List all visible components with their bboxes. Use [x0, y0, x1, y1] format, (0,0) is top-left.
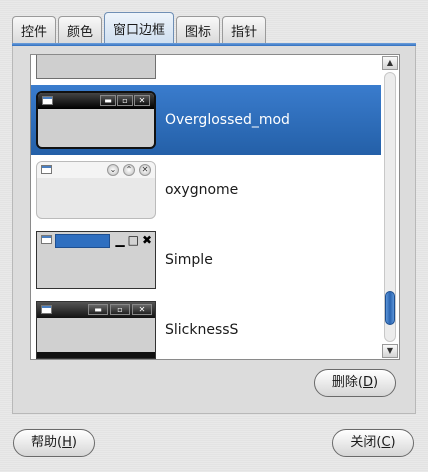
tab-widgets[interactable]: 控件 — [12, 16, 57, 44]
theme-preview: ▁ □ ✖ — [36, 231, 156, 289]
close-icon: ✕ — [132, 304, 152, 315]
close-button-label: 关闭( — [350, 435, 382, 450]
scrollbar-thumb[interactable] — [385, 291, 395, 325]
tab-window-border[interactable]: 窗口边框 — [104, 12, 175, 47]
minimize-icon: ▬ — [100, 95, 116, 106]
tab-icons[interactable]: 图标 — [176, 16, 221, 44]
window-icon — [41, 165, 52, 174]
help-paren: ) — [71, 435, 77, 450]
theme-preview: ⌄ ⌃ ✕ — [36, 161, 156, 219]
close-paren: ) — [390, 435, 396, 450]
close-icon: ✕ — [139, 164, 151, 176]
theme-preview: ▬ ▫ ✕ — [36, 301, 156, 359]
minimize-icon: ▁ — [115, 233, 125, 247]
close-icon: ✖ — [141, 233, 152, 247]
help-mnemonic: H — [62, 435, 72, 450]
theme-name: SlicknessS — [165, 322, 239, 338]
tab-pointer[interactable]: 指针 — [222, 16, 267, 44]
vertical-scrollbar[interactable]: ▲ ▼ — [382, 56, 398, 358]
theme-name: oxygnome — [165, 182, 239, 198]
delete-button-label: 删除( — [331, 375, 363, 390]
delete-paren: ) — [373, 375, 379, 390]
window-icon — [42, 96, 53, 105]
chevron-up-icon: ⌃ — [123, 164, 135, 176]
list-item[interactable]: ⌄ ⌃ ✕ oxygnome — [31, 155, 381, 225]
scrollbar-track[interactable] — [384, 72, 396, 342]
maximize-icon: ▫ — [117, 95, 133, 106]
title-bar — [55, 234, 110, 248]
delete-mnemonic: D — [362, 375, 373, 390]
tab-colors[interactable]: 颜色 — [58, 16, 103, 44]
close-icon: ✕ — [134, 95, 150, 106]
list-item-selected[interactable]: ▬ ▫ ✕ Overglossed_mod — [31, 85, 381, 155]
arrow-down-icon[interactable]: ▼ — [382, 344, 398, 358]
list-item[interactable]: ▁ □ ✖ Simple — [31, 225, 381, 295]
theme-preview — [36, 55, 156, 79]
list-item[interactable]: ▬ ▫ ✕ SlicknessS — [31, 295, 381, 359]
theme-name: Overglossed_mod — [165, 112, 290, 128]
list-item[interactable] — [31, 55, 381, 85]
window-icon — [41, 235, 52, 244]
arrow-up-icon[interactable]: ▲ — [382, 56, 398, 70]
theme-name: Simple — [165, 252, 213, 268]
delete-button[interactable]: 删除(D) — [314, 369, 396, 397]
window-icon — [41, 305, 52, 314]
minimize-icon: ▬ — [88, 304, 108, 315]
close-mnemonic: C — [381, 435, 391, 450]
maximize-icon: ▫ — [110, 304, 130, 315]
chevron-down-icon: ⌄ — [107, 164, 119, 176]
maximize-icon: □ — [127, 233, 139, 247]
theme-list[interactable]: ▬ ▫ ✕ Overglossed_mod ⌄ ⌃ ✕ oxygnome ▁ □… — [30, 54, 400, 360]
help-button-label: 帮助( — [31, 435, 63, 450]
theme-preview: ▬ ▫ ✕ — [36, 91, 156, 149]
close-button[interactable]: 关闭(C) — [332, 429, 414, 457]
help-button[interactable]: 帮助(H) — [13, 429, 95, 457]
tab-bar: 控件 颜色 窗口边框 图标 指针 — [12, 12, 268, 47]
